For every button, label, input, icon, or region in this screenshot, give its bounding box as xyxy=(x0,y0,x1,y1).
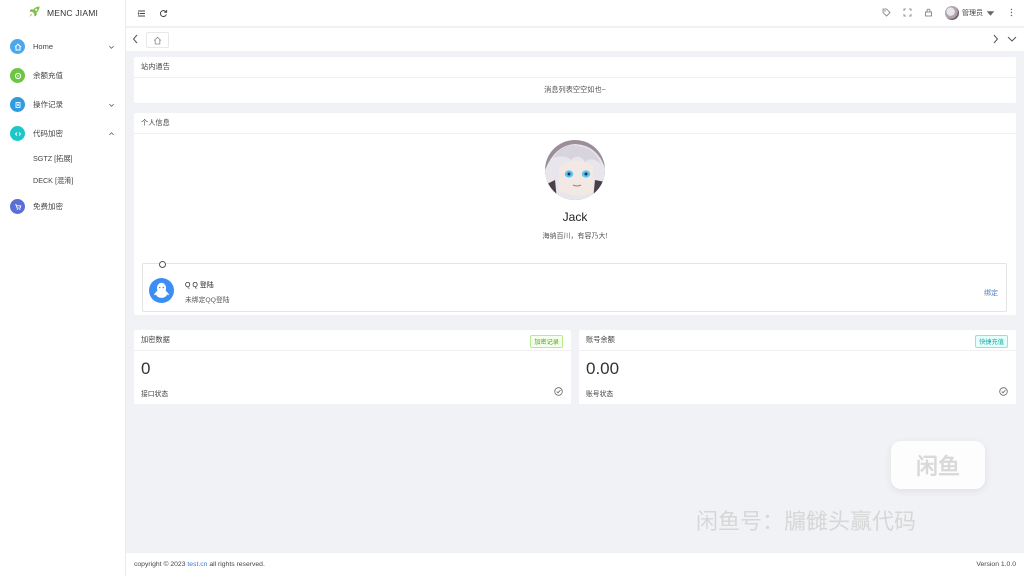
sidebar-item-records[interactable]: 操作记录 xyxy=(0,90,125,119)
notice-card: 站内通告 消息列表空空如也~ xyxy=(134,57,1016,103)
encrypt-records-button[interactable]: 加密记录 xyxy=(530,335,563,348)
brand[interactable]: MENC JIAMI xyxy=(0,0,125,26)
balance-stat-card: 账号余额 快捷充值 0.00 账号状态 xyxy=(579,330,1016,404)
tab-bar xyxy=(126,27,1024,51)
check-circle-icon xyxy=(554,387,563,396)
chevron-down-icon xyxy=(109,45,114,49)
watermark-logo: 闲鱼 xyxy=(891,441,985,489)
sidebar-item-home[interactable]: Home xyxy=(0,32,125,61)
rocket-logo-icon xyxy=(27,5,41,21)
copyright-prefix: copyright © 2023 xyxy=(134,561,186,568)
sidebar-item-label: 操作记录 xyxy=(33,100,63,109)
submenu-item-sgtz[interactable]: SGTZ [拓展] xyxy=(0,148,125,170)
sidebar-item-code-encrypt[interactable]: 代码加密 xyxy=(0,119,125,148)
qq-login-title: Q Q 登陆 xyxy=(185,282,214,289)
user-menu[interactable]: 管理员 xyxy=(945,6,995,20)
qq-bind-link[interactable]: 绑定 xyxy=(984,288,998,298)
profile-name: Jack xyxy=(562,210,588,224)
home-icon xyxy=(153,36,162,44)
caret-down-icon xyxy=(986,10,995,16)
qq-penguin-icon xyxy=(149,278,174,303)
cart-icon xyxy=(10,199,25,214)
encrypt-stat-title: 加密数据 xyxy=(134,330,571,351)
record-icon xyxy=(10,97,25,112)
profile-card: 个人信息 Jack 海纳百川，有容乃大! Q Q 登陆 未绑定QQ登陆 绑定 xyxy=(134,113,1016,315)
timeline-dot xyxy=(159,261,166,268)
profile-avatar[interactable] xyxy=(545,140,605,200)
top-header: 管理员 xyxy=(126,0,1024,26)
qq-login-status: 未绑定QQ登陆 xyxy=(185,297,230,304)
tag-icon[interactable] xyxy=(882,8,891,19)
sidebar-item-free-encrypt[interactable]: 免费加密 xyxy=(0,192,125,221)
menu-toggle-icon[interactable] xyxy=(134,6,148,20)
notice-title: 站内通告 xyxy=(134,57,1016,78)
qq-login-panel: Q Q 登陆 未绑定QQ登陆 绑定 xyxy=(142,261,1007,312)
avatar xyxy=(945,6,959,20)
brand-name: MENC JIAMI xyxy=(46,8,99,18)
main-content: 站内通告 消息列表空空如也~ 个人信息 Jack 海纳百川，有容乃大! Q Q … xyxy=(126,51,1024,553)
sidebar-item-label: 代码加密 xyxy=(33,129,63,138)
footer: copyright © 2023 test.cn all rights rese… xyxy=(126,553,1024,576)
sidebar: MENC JIAMI Home 余额充值 操作记录 代码加密 SGTZ [拓展]… xyxy=(0,0,126,576)
submenu-item-deck[interactable]: DECK [混淆] xyxy=(0,170,125,192)
footer-site-link[interactable]: test.cn xyxy=(187,561,207,568)
version-label: Version 1.0.0 xyxy=(976,561,1016,568)
submenu-code-encrypt: SGTZ [拓展] DECK [混淆] xyxy=(0,148,125,192)
copyright-suffix: all rights reserved. xyxy=(209,561,265,568)
chevron-down-icon xyxy=(109,103,114,107)
watermark-logo-text: 闲鱼 xyxy=(915,454,960,479)
more-vertical-icon[interactable] xyxy=(1007,8,1016,19)
profile-motto: 海纳百川，有容乃大! xyxy=(542,233,608,240)
chevron-up-icon xyxy=(109,131,114,135)
fullscreen-icon[interactable] xyxy=(903,8,912,19)
user-name: 管理员 xyxy=(962,10,983,17)
quick-recharge-button[interactable]: 快捷充值 xyxy=(975,335,1008,348)
sidebar-item-label: 余额充值 xyxy=(33,71,63,80)
profile-section-title: 个人信息 xyxy=(134,113,1016,134)
tab-dropdown-icon[interactable] xyxy=(1006,33,1018,47)
encrypt-count-value: 0 xyxy=(141,359,151,378)
notice-empty-text: 消息列表空空如也~ xyxy=(544,85,606,94)
sidebar-item-label: 免费加密 xyxy=(33,202,63,211)
recharge-icon xyxy=(10,68,25,83)
refresh-icon[interactable] xyxy=(156,6,170,20)
watermark-text: 闲鱼号：牖雠头赢代码 xyxy=(696,509,917,534)
home-icon xyxy=(10,39,25,54)
code-icon xyxy=(10,126,25,141)
balance-value: 0.00 xyxy=(586,359,620,378)
lock-icon[interactable] xyxy=(924,8,933,19)
tab-scroll-left-icon[interactable] xyxy=(131,33,140,47)
sidebar-menu: Home 余额充值 操作记录 代码加密 SGTZ [拓展] DECK [混淆] … xyxy=(0,26,125,221)
tab-scroll-right-icon[interactable] xyxy=(991,33,1000,47)
tab-home[interactable] xyxy=(146,32,169,48)
balance-stat-title: 账号余额 xyxy=(579,330,1016,351)
account-status-label: 账号状态 xyxy=(586,391,614,398)
sidebar-item-label: Home xyxy=(33,42,54,51)
check-circle-icon xyxy=(999,387,1008,396)
sidebar-item-recharge[interactable]: 余额充值 xyxy=(0,61,125,90)
encrypt-stat-card: 加密数据 加密记录 0 接口状态 xyxy=(134,330,571,404)
api-status-label: 接口状态 xyxy=(141,391,169,398)
